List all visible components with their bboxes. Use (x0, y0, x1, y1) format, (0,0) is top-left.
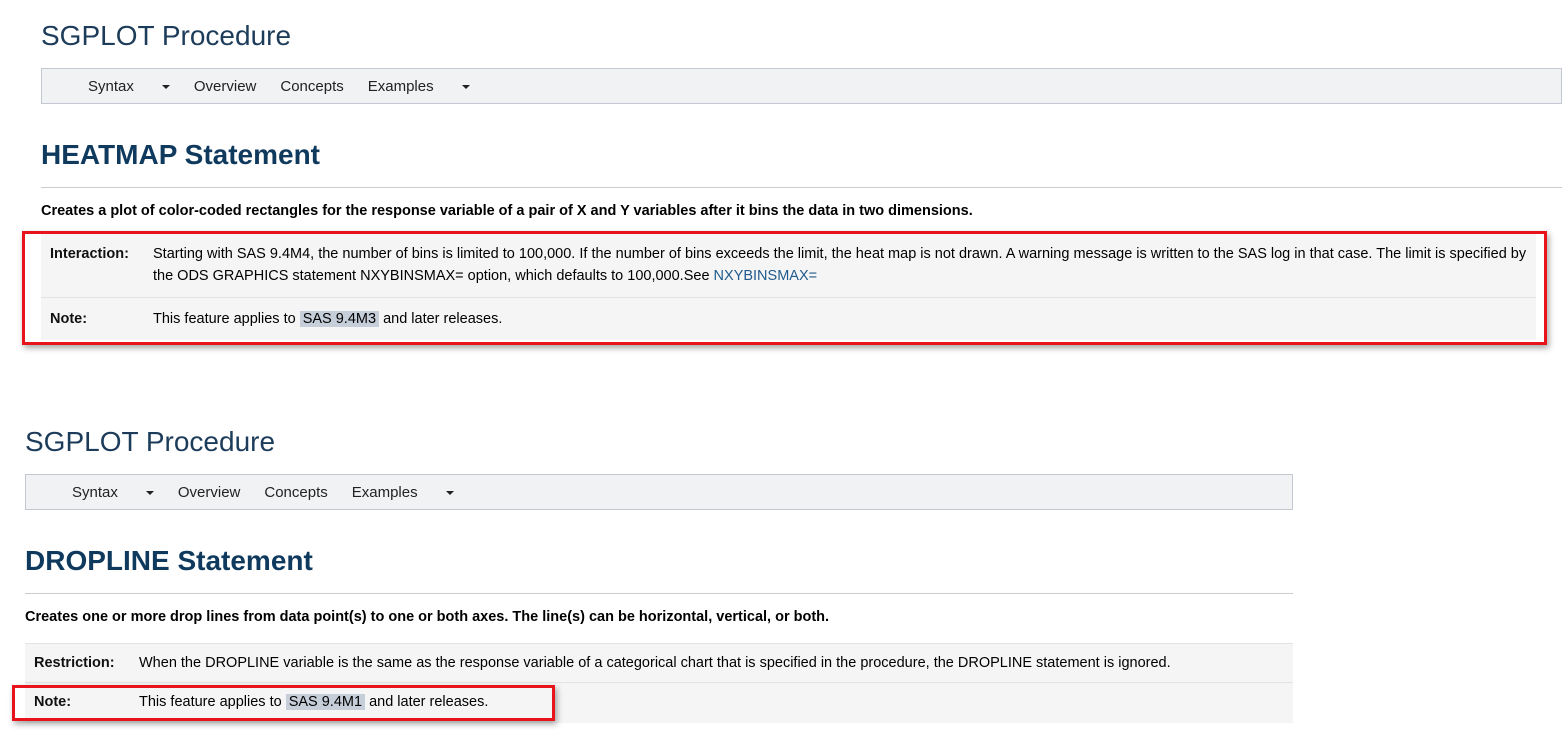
divider (41, 187, 1562, 188)
nav-syntax[interactable]: Syntax (72, 484, 154, 501)
nav-syntax[interactable]: Syntax (88, 78, 170, 95)
nav-concepts[interactable]: Concepts (280, 78, 343, 95)
divider (25, 593, 1293, 594)
nav-label: Syntax (88, 77, 134, 95)
nav-label: Syntax (72, 483, 118, 501)
nav-concepts[interactable]: Concepts (264, 484, 327, 501)
caret-down-icon (461, 84, 470, 89)
statement-description: Creates one or more drop lines from data… (25, 609, 830, 625)
statement-heading: DROPLINE Statement (25, 545, 313, 576)
procedure-title: SGPLOT Procedure (41, 20, 292, 51)
nav-overview[interactable]: Overview (178, 484, 241, 501)
nav-label: Examples (367, 77, 434, 95)
procedure-nav: Syntax Overview Concepts Examples (41, 68, 1562, 104)
row-label: Restriction: (34, 655, 115, 671)
nav-examples[interactable]: Examples (352, 484, 454, 501)
procedure-title: SGPLOT Procedure (25, 426, 276, 457)
nav-overview[interactable]: Overview (194, 78, 257, 95)
caret-down-icon (445, 490, 454, 495)
nav-examples[interactable]: Examples (368, 78, 470, 95)
statement-description: Creates a plot of color-coded rectangles… (41, 203, 973, 219)
procedure-nav: Syntax Overview Concepts Examples (25, 474, 1293, 510)
caret-down-icon (145, 490, 154, 495)
restriction-row: Restriction: When the DROPLINE variable … (25, 644, 1293, 683)
annotation-box (22, 231, 1547, 345)
caret-down-icon (161, 84, 170, 89)
statement-heading: HEATMAP Statement (41, 139, 321, 170)
row-text: When the DROPLINE variable is the same a… (139, 655, 1171, 671)
nav-label: Examples (351, 483, 418, 501)
annotation-box (12, 685, 555, 721)
